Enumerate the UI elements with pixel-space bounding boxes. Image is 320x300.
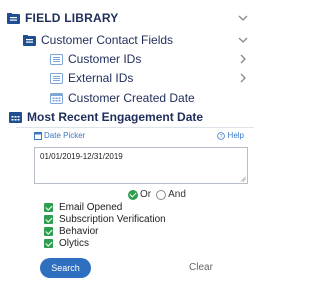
date-picker-header: Date Picker ? Help [34,131,244,145]
field-library-panel: FIELD LIBRARY Customer Contact Fields Cu… [0,0,270,300]
date-picker-text: Date Picker [44,131,86,140]
clear-button[interactable]: Clear [189,262,213,273]
folder-icon [7,12,20,24]
help-icon: ? [216,131,225,140]
tree-group-label: Customer Contact Fields [41,33,174,47]
tree-item-label: Customer Created Date [68,91,195,105]
and-label: And [168,189,186,200]
calendar-icon [50,92,63,104]
folder-icon [23,34,36,46]
tree-item-label: Customer IDs [68,52,142,66]
calendar-icon [34,131,42,140]
check-label: Subscription Verification [59,214,166,225]
help-link[interactable]: ? Help [216,131,244,140]
checkbox[interactable] [44,239,53,248]
check-label: Behavior [59,226,99,237]
tree-item-external-ids[interactable]: External IDs [0,67,270,89]
help-text: Help [227,131,244,140]
checkbox[interactable] [44,227,53,236]
chevron-right-icon[interactable] [236,71,250,85]
check-label: Olytics [59,238,89,249]
tree-item-label: External IDs [68,71,134,85]
tree-root-field-library[interactable]: FIELD LIBRARY [0,7,270,29]
divider [16,127,254,128]
chevron-right-icon[interactable] [236,52,250,66]
active-field-label: Most Recent Engagement Date [27,110,204,124]
or-radio[interactable] [128,189,138,200]
resize-handle-icon[interactable] [240,176,246,182]
and-radio[interactable] [156,189,167,200]
checkbox[interactable] [44,215,53,224]
tree-root-label: FIELD LIBRARY [25,11,119,25]
search-button[interactable]: Search [40,258,91,278]
check-label: Email Opened [59,202,123,213]
checkbox[interactable] [44,203,53,212]
list-icon [50,72,63,84]
logic-toggle: Or And [128,189,186,200]
svg-text:?: ? [219,134,222,140]
date-picker-label: Date Picker [34,131,85,140]
chevron-down-icon[interactable] [236,33,250,47]
tree-item-most-recent-engagement-date[interactable]: Most Recent Engagement Date [0,106,270,128]
calendar-icon [9,111,22,123]
chevron-down-icon[interactable] [236,11,250,25]
list-icon [50,53,63,65]
date-range-input[interactable]: 01/01/2019-12/31/2019 [34,147,248,184]
or-label: Or [140,189,152,200]
check-olytics[interactable]: Olytics [44,237,89,250]
